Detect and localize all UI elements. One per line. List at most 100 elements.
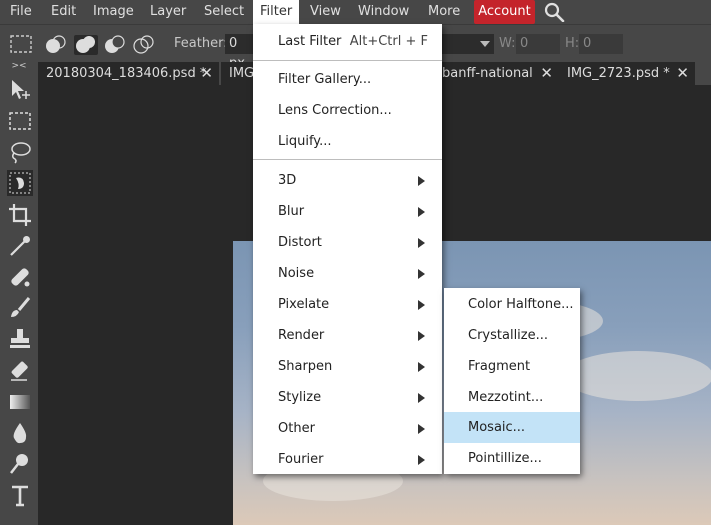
chevron-right-icon — [418, 424, 425, 434]
menu-filter[interactable]: Filter — [253, 0, 299, 24]
menu-item-label: Filter Gallery... — [278, 72, 372, 87]
filter-dropdown-menu: Last Filter Alt+Ctrl + F Filter Gallery.… — [253, 24, 442, 474]
chevron-right-icon — [418, 269, 425, 279]
chevron-right-icon — [418, 238, 425, 248]
chevron-right-icon — [418, 362, 425, 372]
blur-drop-icon[interactable] — [7, 420, 33, 446]
feather-label: Feather: — [174, 36, 228, 51]
menu-item-fourier[interactable]: Fourier — [253, 444, 442, 475]
menu-item-label: Noise — [278, 266, 315, 281]
toolbar-collapse-toggle[interactable]: >< — [0, 62, 38, 72]
menu-item-label: Blur — [278, 204, 305, 219]
chevron-right-icon — [418, 176, 425, 186]
chevron-right-icon — [418, 331, 425, 341]
chevron-right-icon — [418, 393, 425, 403]
menu-item-render[interactable]: Render — [253, 320, 442, 351]
menu-item-label: 3D — [278, 173, 297, 188]
menu-item-label: Distort — [278, 235, 322, 250]
submenu-item-fragment[interactable]: Fragment — [444, 351, 580, 382]
marquee-select-icon[interactable] — [10, 35, 32, 53]
menu-item-label: Lens Correction... — [278, 103, 392, 118]
tab-document-4[interactable]: IMG_2723.psd * ✕ — [559, 62, 695, 85]
menu-item-last-filter[interactable]: Last Filter Alt+Ctrl + F — [253, 26, 442, 57]
chevron-right-icon — [418, 300, 425, 310]
menu-more[interactable]: More — [428, 0, 460, 24]
shortcut-label: Alt+Ctrl + F — [349, 34, 428, 49]
search-icon[interactable] — [543, 2, 565, 22]
menu-item-label: Last Filter — [278, 34, 342, 49]
brush-icon[interactable] — [7, 295, 33, 321]
tab-label: 20180304_183406.psd * — [46, 66, 207, 81]
menu-item-liquify[interactable]: Liquify... — [253, 126, 442, 157]
menu-item-label: Color Halftone... — [468, 297, 574, 312]
menu-layer[interactable]: Layer — [150, 0, 186, 24]
eyedropper-icon[interactable] — [7, 233, 33, 259]
cloud-shape — [563, 351, 711, 401]
quick-select-icon[interactable] — [7, 170, 33, 196]
feather-field[interactable]: 0 px — [225, 34, 255, 71]
intersect-selection-icon[interactable] — [133, 35, 155, 55]
tab-label: IMG_ — [229, 66, 253, 81]
menu-image[interactable]: Image — [93, 0, 134, 24]
submenu-item-mezzotint[interactable]: Mezzotint... — [444, 382, 580, 413]
type-icon[interactable] — [7, 482, 33, 508]
menu-item-3d[interactable]: 3D — [253, 165, 442, 196]
clone-stamp-icon[interactable] — [7, 326, 33, 352]
menu-item-filter-gallery[interactable]: Filter Gallery... — [253, 64, 442, 95]
chevron-right-icon — [418, 455, 425, 465]
eraser-icon[interactable] — [7, 357, 33, 383]
height-field[interactable]: 0 — [579, 34, 623, 54]
submenu-item-crystallize[interactable]: Crystallize... — [444, 320, 580, 351]
menu-item-label: Mezzotint... — [468, 390, 544, 405]
submenu-item-color-halftone[interactable]: Color Halftone... — [444, 289, 580, 320]
close-icon[interactable]: ✕ — [200, 62, 213, 85]
tools-panel: >< — [0, 62, 38, 525]
menu-divider — [253, 159, 442, 160]
close-icon[interactable]: ✕ — [540, 62, 553, 85]
menu-item-label: Crystallize... — [468, 328, 549, 343]
crop-icon[interactable] — [7, 202, 33, 228]
move-tool-icon[interactable] — [7, 77, 33, 103]
menu-item-pixelate[interactable]: Pixelate — [253, 289, 442, 320]
gradient-icon[interactable] — [7, 389, 33, 415]
menu-select[interactable]: Select — [204, 0, 244, 24]
menu-item-lens-correction[interactable]: Lens Correction... — [253, 95, 442, 126]
close-icon[interactable]: ✕ — [676, 62, 689, 85]
menu-item-distort[interactable]: Distort — [253, 227, 442, 258]
add-selection-icon[interactable] — [74, 35, 98, 55]
new-selection-icon[interactable] — [45, 35, 67, 55]
menu-item-label: Pixelate — [278, 297, 330, 312]
dodge-icon[interactable] — [7, 451, 33, 477]
tab-document-2[interactable]: IMG_ — [221, 62, 253, 85]
chevron-down-icon — [480, 41, 490, 47]
subtract-selection-icon[interactable] — [104, 35, 126, 55]
menu-item-label: Sharpen — [278, 359, 333, 374]
chevron-right-icon — [418, 207, 425, 217]
width-label: W: — [499, 36, 516, 51]
menu-item-other[interactable]: Other — [253, 413, 442, 444]
tab-document-3[interactable]: banff-national ✕ — [442, 62, 559, 85]
menu-item-stylize[interactable]: Stylize — [253, 382, 442, 413]
menu-window[interactable]: Window — [358, 0, 409, 24]
tab-document-1[interactable]: 20180304_183406.psd * ✕ — [38, 62, 219, 85]
menu-item-blur[interactable]: Blur — [253, 196, 442, 227]
height-label: H: — [565, 36, 580, 51]
menu-item-label: Pointillize... — [468, 451, 542, 466]
menu-item-label: Stylize — [278, 390, 322, 405]
submenu-item-mosaic[interactable]: Mosaic... — [444, 412, 580, 443]
menu-item-label: Mosaic... — [468, 420, 526, 435]
rectangle-select-icon[interactable] — [7, 108, 33, 134]
pixelate-submenu: Color Halftone... Crystallize... Fragmen… — [444, 288, 580, 474]
healing-brush-icon[interactable] — [7, 264, 33, 290]
menu-item-noise[interactable]: Noise — [253, 258, 442, 289]
width-field[interactable]: 0 — [516, 34, 560, 54]
submenu-item-pointillize[interactable]: Pointillize... — [444, 443, 580, 474]
menu-edit[interactable]: Edit — [51, 0, 76, 24]
lasso-icon[interactable] — [7, 139, 33, 165]
menu-item-label: Fourier — [278, 452, 324, 467]
menu-item-sharpen[interactable]: Sharpen — [253, 351, 442, 382]
menu-view[interactable]: View — [310, 0, 341, 24]
tab-label: banff-national — [442, 66, 533, 81]
account-button[interactable]: Account — [474, 0, 535, 24]
menu-file[interactable]: File — [10, 0, 32, 24]
